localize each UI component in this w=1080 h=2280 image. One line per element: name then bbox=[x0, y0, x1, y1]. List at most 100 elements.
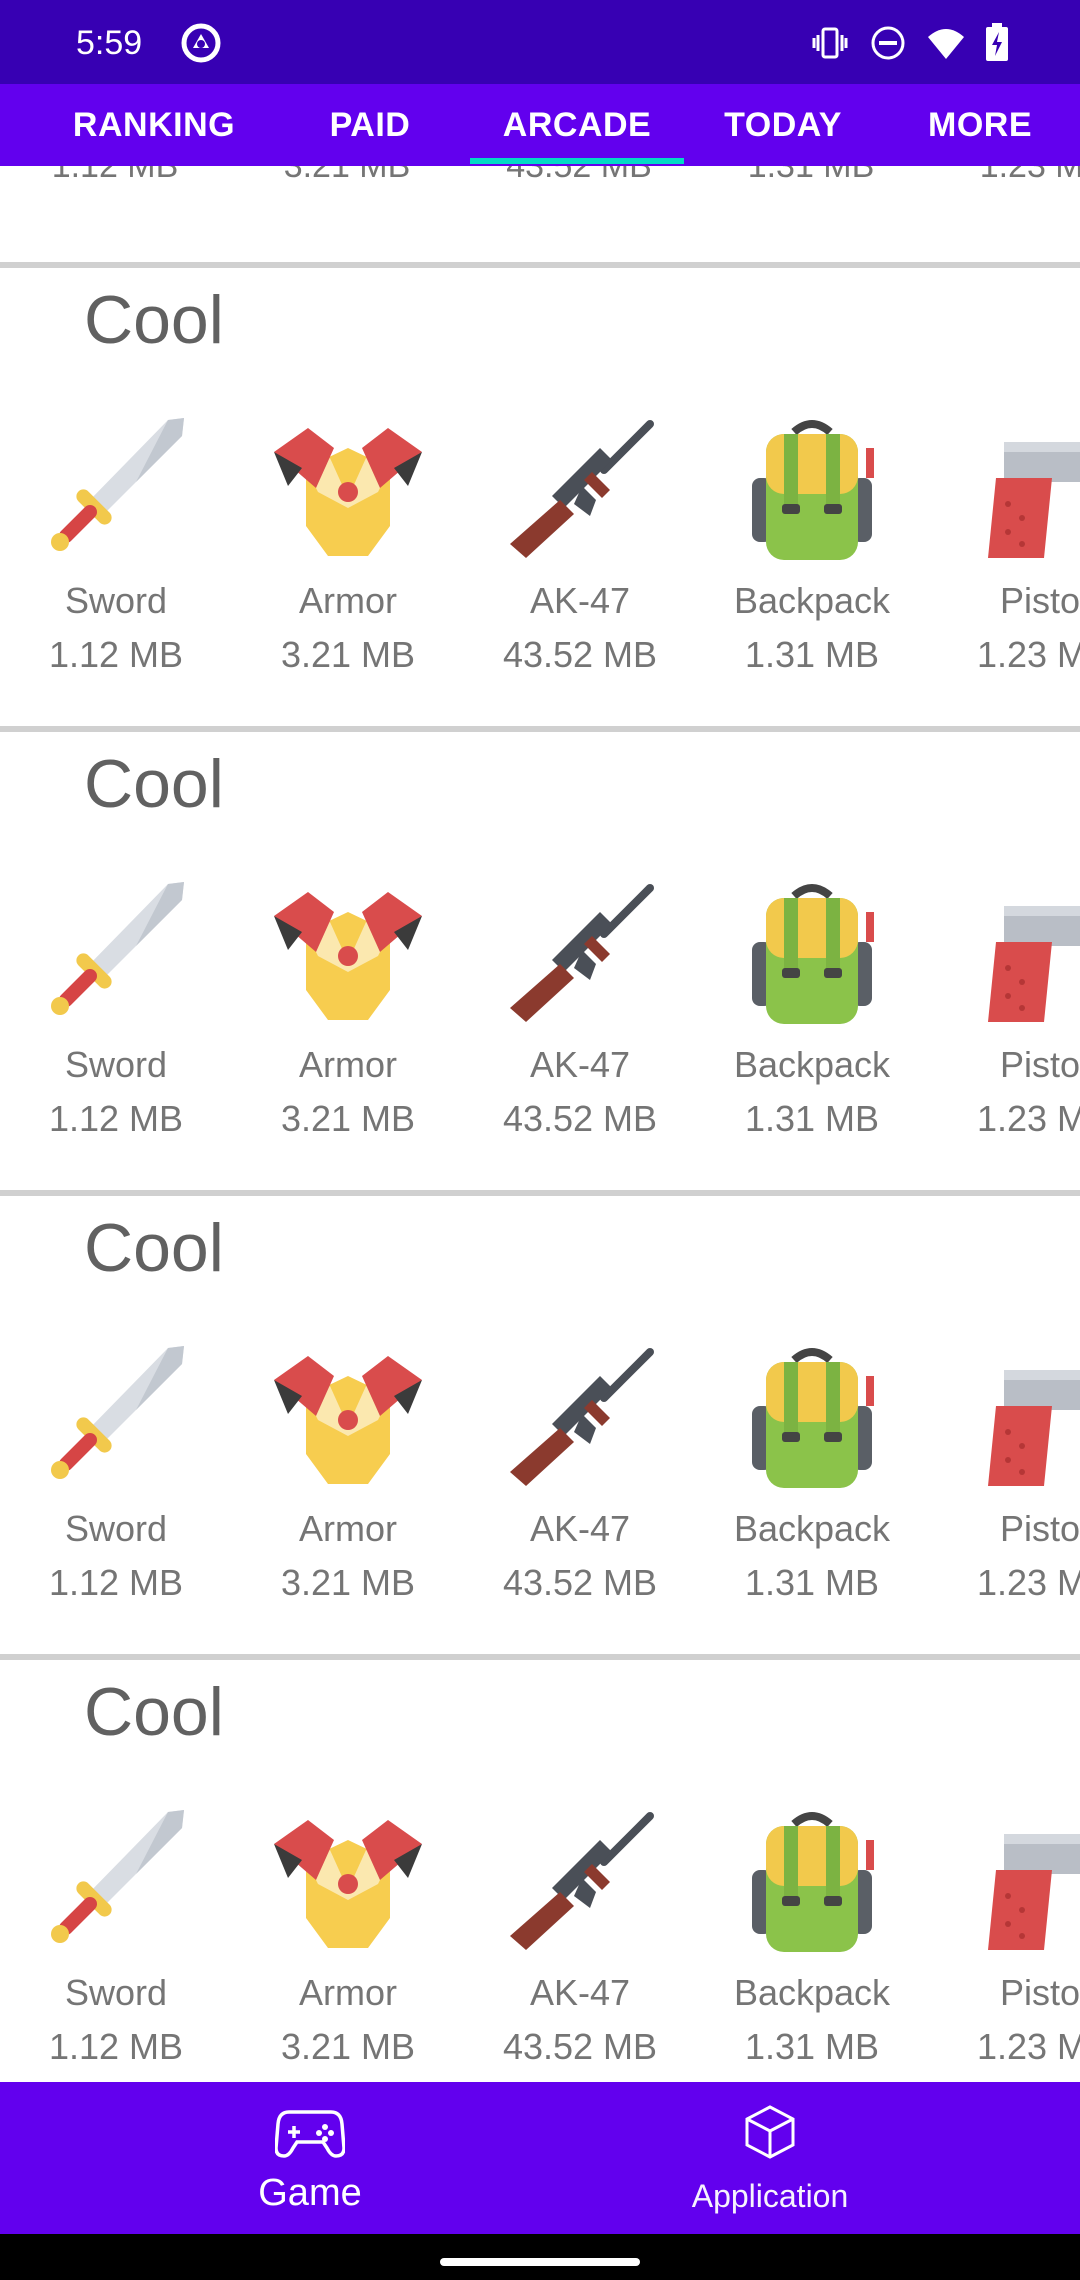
item-size: 1.12 MB bbox=[48, 1562, 184, 1603]
item-name: Backpack bbox=[733, 1044, 891, 1085]
sword-icon bbox=[36, 1800, 196, 1960]
tab-arcade[interactable]: ARCADE bbox=[470, 84, 684, 166]
battery-charging-icon bbox=[984, 23, 1010, 63]
item-size: 1.12 MB bbox=[48, 2026, 184, 2067]
app-item-pistol[interactable]: Pistol 1.23 MB bbox=[928, 1800, 1080, 2082]
system-navigation-bar bbox=[0, 2234, 1080, 2280]
item-size: 3.21 MB bbox=[280, 1098, 416, 1139]
item-name: AK-47 bbox=[529, 1972, 631, 2013]
app-item-ak-47[interactable]: AK-47 43.52 MB bbox=[464, 408, 696, 698]
backpack-icon bbox=[732, 872, 892, 1032]
item-name: Sword bbox=[64, 1972, 168, 2013]
app-item-ak-47[interactable]: AK-47 43.52 MB bbox=[464, 1336, 696, 1626]
app-item-backpack[interactable]: Backpack 1.31 MB bbox=[696, 1800, 928, 2082]
armor-icon bbox=[268, 1336, 428, 1496]
sword-icon bbox=[36, 1336, 196, 1496]
partial-item-size: 3.21 MB bbox=[283, 166, 411, 185]
app-item-sword[interactable]: Sword 1.12 MB bbox=[0, 1800, 232, 2082]
item-size: 1.31 MB bbox=[744, 1562, 880, 1603]
item-size: 1.23 MB bbox=[976, 1562, 1080, 1603]
item-name: Armor bbox=[299, 580, 397, 621]
section-title: Cool bbox=[84, 1210, 224, 1286]
vibrate-icon bbox=[810, 23, 850, 63]
item-size: 1.23 MB bbox=[976, 1098, 1080, 1139]
app-item-ak-47[interactable]: AK-47 43.52 MB bbox=[464, 1800, 696, 2082]
do-not-disturb-icon bbox=[868, 23, 908, 63]
partial-item-row: 1.12 MB 3.21 MB 43.52 MB 1.31 MB 1.23 MB bbox=[0, 166, 1080, 262]
nav-label-game: Game bbox=[258, 2172, 362, 2214]
section-title: Cool bbox=[84, 746, 224, 822]
app-item-armor[interactable]: Armor 3.21 MB bbox=[232, 1800, 464, 2082]
tab-today[interactable]: TODAY bbox=[700, 84, 866, 166]
section-divider bbox=[0, 262, 1080, 268]
nav-label-application: Application bbox=[691, 2178, 849, 2214]
section-cool: Cool Sword 1.12 MB Armor 3.21 MB AK-47 4… bbox=[0, 1654, 1080, 2082]
tab-paid[interactable]: PAID bbox=[290, 84, 450, 166]
backpack-icon bbox=[732, 1336, 892, 1496]
app-item-sword[interactable]: Sword 1.12 MB bbox=[0, 872, 232, 1162]
item-size: 1.31 MB bbox=[744, 634, 880, 675]
item-name: AK-47 bbox=[529, 1044, 631, 1085]
section-cool: Cool Sword 1.12 MB Armor 3.21 MB AK-47 4… bbox=[0, 1190, 1080, 1654]
rifle-icon bbox=[500, 1800, 660, 1960]
backpack-icon bbox=[732, 1800, 892, 1960]
item-name: Backpack bbox=[733, 1972, 891, 2013]
nav-item-application[interactable]: Application bbox=[500, 2082, 1040, 2234]
partial-item-size: 43.52 MB bbox=[506, 166, 652, 185]
app-item-pistol[interactable]: Pistol 1.23 MB bbox=[928, 1336, 1080, 1626]
partial-item-size: 1.23 MB bbox=[979, 166, 1080, 185]
app-item-pistol[interactable]: Pistol 1.23 MB bbox=[928, 408, 1080, 698]
app-item-backpack[interactable]: Backpack 1.31 MB bbox=[696, 1336, 928, 1626]
pistol-icon bbox=[964, 1800, 1080, 1960]
app-item-armor[interactable]: Armor 3.21 MB bbox=[232, 1336, 464, 1626]
item-name: Armor bbox=[299, 1044, 397, 1085]
item-name: Armor bbox=[299, 1972, 397, 2013]
item-name: AK-47 bbox=[529, 1508, 631, 1549]
section-cool: Cool Sword 1.12 MB Armor 3.21 MB AK-47 4… bbox=[0, 262, 1080, 726]
item-name: Armor bbox=[299, 1508, 397, 1549]
app-item-pistol[interactable]: Pistol 1.23 MB bbox=[928, 872, 1080, 1162]
section-cool: Cool Sword 1.12 MB Armor 3.21 MB AK-47 4… bbox=[0, 726, 1080, 1190]
item-name: Sword bbox=[64, 580, 168, 621]
category-tab-bar: RANKING PAID ARCADE TODAY MORE bbox=[0, 84, 1080, 166]
item-size: 3.21 MB bbox=[280, 1562, 416, 1603]
item-size: 1.23 MB bbox=[976, 2026, 1080, 2067]
item-name: Sword bbox=[64, 1508, 168, 1549]
armor-icon bbox=[268, 1800, 428, 1960]
nav-item-game[interactable]: Game bbox=[40, 2082, 580, 2234]
status-time: 5:59 bbox=[76, 24, 143, 62]
rifle-icon bbox=[500, 1336, 660, 1496]
app-item-sword[interactable]: Sword 1.12 MB bbox=[0, 408, 232, 698]
rifle-icon bbox=[500, 872, 660, 1032]
bottom-navigation: Game Application bbox=[0, 2082, 1080, 2234]
app-item-backpack[interactable]: Backpack 1.31 MB bbox=[696, 408, 928, 698]
pistol-icon bbox=[964, 408, 1080, 568]
sword-icon bbox=[36, 408, 196, 568]
section-divider bbox=[0, 1654, 1080, 1660]
app-item-armor[interactable]: Armor 3.21 MB bbox=[232, 872, 464, 1162]
app-item-sword[interactable]: Sword 1.12 MB bbox=[0, 1336, 232, 1626]
item-size: 3.21 MB bbox=[280, 634, 416, 675]
item-name: Pistol bbox=[999, 1972, 1080, 2013]
item-size: 1.23 MB bbox=[976, 634, 1080, 675]
tab-more[interactable]: MORE bbox=[900, 84, 1060, 166]
status-icons bbox=[810, 22, 1010, 64]
tab-ranking[interactable]: RANKING bbox=[50, 84, 258, 166]
section-title: Cool bbox=[84, 282, 224, 358]
app-item-armor[interactable]: Armor 3.21 MB bbox=[232, 408, 464, 698]
armor-icon bbox=[268, 408, 428, 568]
active-tab-indicator bbox=[470, 158, 684, 164]
sword-icon bbox=[36, 872, 196, 1032]
item-size: 1.12 MB bbox=[48, 1098, 184, 1139]
item-size: 43.52 MB bbox=[502, 1098, 658, 1139]
app-item-ak-47[interactable]: AK-47 43.52 MB bbox=[464, 872, 696, 1162]
item-size: 1.12 MB bbox=[48, 634, 184, 675]
app-item-backpack[interactable]: Backpack 1.31 MB bbox=[696, 872, 928, 1162]
armor-icon bbox=[268, 872, 428, 1032]
item-size: 43.52 MB bbox=[502, 2026, 658, 2067]
item-name: Pistol bbox=[999, 1508, 1080, 1549]
item-size: 1.31 MB bbox=[744, 1098, 880, 1139]
home-gesture-handle[interactable] bbox=[440, 2258, 640, 2266]
content-list[interactable]: 1.12 MB 3.21 MB 43.52 MB 1.31 MB 1.23 MB… bbox=[0, 166, 1080, 2082]
wifi-icon bbox=[926, 23, 966, 63]
